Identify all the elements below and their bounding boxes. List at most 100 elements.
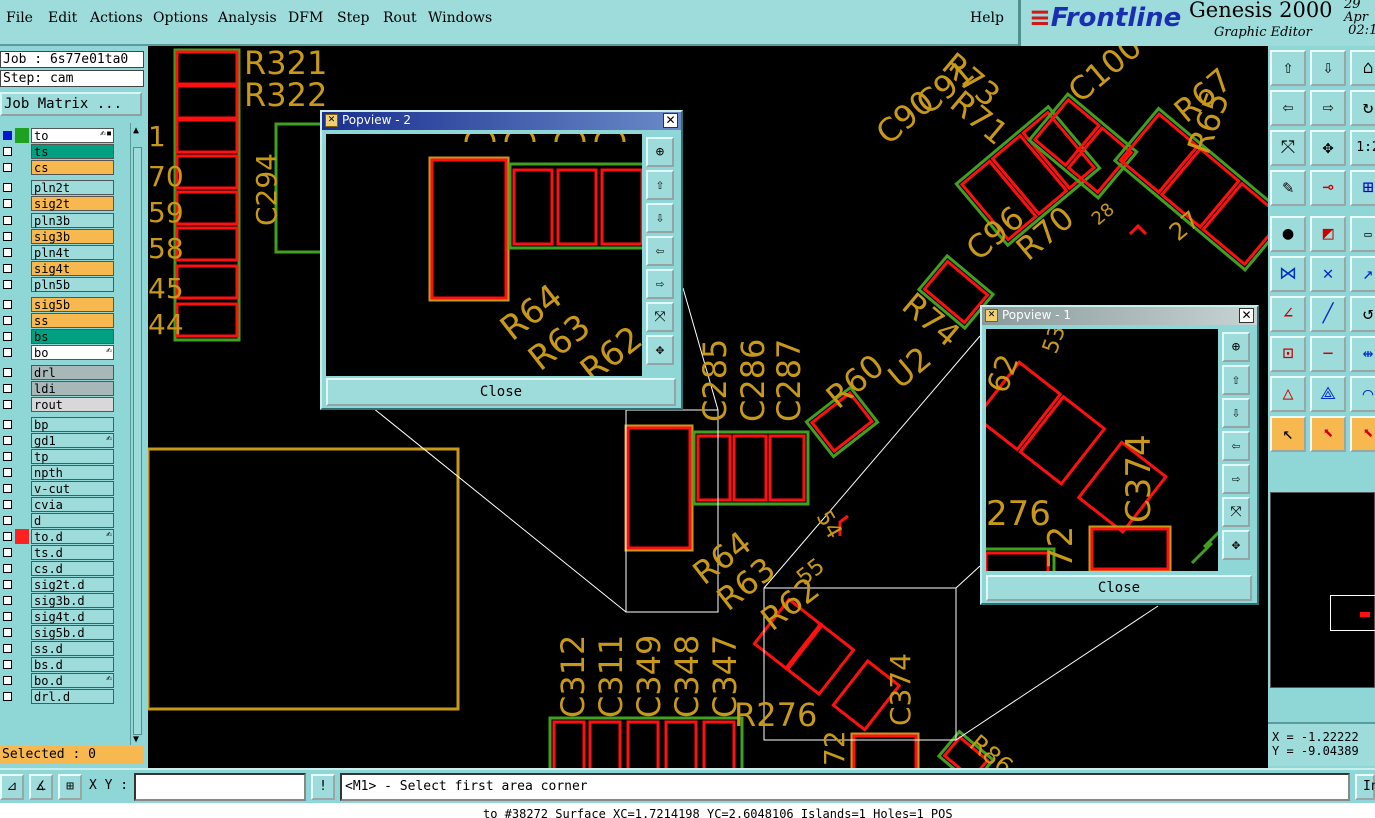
pad-icon[interactable]: ● <box>1270 216 1306 252</box>
layer-color-swatch[interactable] <box>15 609 29 624</box>
grid-mode-icon[interactable]: ⊞ <box>58 774 82 800</box>
layer-color-swatch[interactable] <box>15 160 29 175</box>
layer-checkbox[interactable] <box>3 468 12 478</box>
layer-checkbox[interactable] <box>3 279 12 289</box>
layer-row[interactable]: to ✍▪ <box>0 128 116 143</box>
layer-checkbox[interactable] <box>3 660 12 670</box>
layer-checkbox[interactable] <box>3 215 12 225</box>
layer-row[interactable]: tp <box>0 449 116 465</box>
layer-checkbox[interactable] <box>3 612 12 622</box>
layer-color-swatch[interactable] <box>15 481 29 496</box>
layer-name[interactable]: pln5b <box>31 276 114 292</box>
layer-row[interactable]: ss <box>0 313 116 329</box>
layer-name[interactable]: sig5b.d <box>31 625 114 641</box>
layer-name[interactable]: gd1 <box>31 433 114 449</box>
layer-row[interactable]: sig4t.d <box>0 609 116 625</box>
layer-color-swatch[interactable] <box>15 625 29 640</box>
layer-row[interactable]: sig2t <box>0 196 116 212</box>
layer-name[interactable]: npth <box>31 465 114 481</box>
angle-mode-icon[interactable]: ∡ <box>29 774 53 800</box>
polygon-icon[interactable]: ⟁ <box>1310 376 1346 412</box>
pan-up-icon[interactable]: ⇧ <box>1270 50 1306 86</box>
layer-name[interactable]: rout <box>31 397 114 413</box>
layer-name[interactable]: d <box>31 513 114 529</box>
layer-color-swatch[interactable] <box>15 345 29 360</box>
layer-checkbox[interactable] <box>3 692 12 702</box>
menu-dfm[interactable]: DFM <box>288 10 323 26</box>
snap-mode-icon[interactable]: ⊿ <box>0 774 24 800</box>
layer-row[interactable]: pln3b <box>0 212 116 228</box>
home-icon[interactable]: ⌂ <box>1350 50 1375 86</box>
draw-diagonal-icon[interactable]: ╱ <box>1310 296 1346 332</box>
layer-color-swatch[interactable] <box>15 180 29 195</box>
pan-up-icon[interactable]: ⇧ <box>646 170 674 200</box>
layer-checkbox[interactable] <box>3 516 12 526</box>
snap-pad-icon[interactable]: ⊸ <box>1310 170 1346 206</box>
layer-color-swatch[interactable] <box>15 577 29 592</box>
layer-name[interactable]: v-cut <box>31 481 114 497</box>
layer-color-swatch[interactable] <box>15 213 29 228</box>
layer-row[interactable]: sig4t <box>0 260 116 276</box>
add-pad-icon[interactable]: ⊡ <box>1270 336 1306 372</box>
layer-checkbox[interactable] <box>3 676 12 686</box>
pan-down-icon[interactable]: ⇩ <box>646 203 674 233</box>
layer-checkbox[interactable] <box>3 452 12 462</box>
zoom-in-icon[interactable]: ⤧ <box>1222 497 1250 527</box>
layer-checkbox[interactable] <box>3 384 12 394</box>
layer-name[interactable]: ldi <box>31 381 114 397</box>
layer-row[interactable]: cvia <box>0 497 116 513</box>
popview-2-close-button[interactable]: Close <box>326 378 676 406</box>
layer-color-swatch[interactable] <box>15 657 29 672</box>
layer-name[interactable]: bo <box>31 345 114 361</box>
popview-1-close-button[interactable]: Close <box>986 575 1252 601</box>
zoom-fit-icon[interactable]: ⊕ <box>646 137 674 167</box>
zoom-in-icon[interactable]: ⤧ <box>646 302 674 332</box>
layer-checkbox[interactable] <box>3 300 12 309</box>
window-menu-icon[interactable]: ✕ <box>985 309 998 322</box>
layer-checkbox[interactable] <box>3 183 12 193</box>
layer-row[interactable]: ldi <box>0 381 116 397</box>
layer-color-swatch[interactable] <box>15 513 29 528</box>
rotate-icon[interactable]: ↺ <box>1350 296 1375 332</box>
scroll-up-icon[interactable]: ▲ <box>133 125 139 136</box>
close-icon[interactable]: ✕ <box>663 113 678 128</box>
layer-checkbox[interactable] <box>3 231 12 241</box>
menu-windows[interactable]: Windows <box>428 10 492 26</box>
layer-checkbox[interactable] <box>3 263 12 273</box>
layer-row[interactable]: sig3b.d <box>0 593 116 609</box>
layer-checkbox[interactable] <box>3 596 12 606</box>
layer-row[interactable]: sig5b <box>0 297 116 312</box>
layer-checkbox[interactable] <box>3 532 12 542</box>
layer-row[interactable]: drl.d <box>0 689 116 705</box>
layer-name[interactable]: pln3b <box>31 212 114 228</box>
scroll-thumb[interactable] <box>133 147 142 735</box>
popview-2-titlebar[interactable]: ✕ Popview - 2 ✕ <box>322 112 681 130</box>
layer-name[interactable]: bs.d <box>31 657 114 673</box>
layer-name[interactable]: sig4t.d <box>31 609 114 625</box>
layer-color-swatch[interactable] <box>15 561 29 576</box>
layer-color-swatch[interactable] <box>15 545 29 560</box>
layer-checkbox[interactable] <box>3 400 12 410</box>
layer-scrollbar[interactable]: ▲ ▼ <box>130 123 144 745</box>
layer-checkbox[interactable] <box>3 316 12 326</box>
layer-name[interactable]: ss <box>31 313 114 329</box>
layer-color-swatch[interactable] <box>15 313 29 328</box>
popview-1-titlebar[interactable]: ✕ Popview - 1 ✕ <box>982 307 1257 325</box>
layer-checkbox[interactable] <box>3 548 12 558</box>
layer-checkbox[interactable] <box>3 368 12 378</box>
layer-row[interactable]: sig5b.d <box>0 625 116 641</box>
layer-name[interactable]: pln4t <box>31 244 114 260</box>
layer-row[interactable]: bp <box>0 417 116 433</box>
menu-file[interactable]: File <box>6 10 33 26</box>
layer-checkbox[interactable] <box>3 644 12 654</box>
layer-color-swatch[interactable] <box>15 245 29 260</box>
layer-checkbox[interactable] <box>3 131 12 140</box>
layer-row[interactable]: rout <box>0 397 116 413</box>
layer-color-swatch[interactable] <box>15 497 29 512</box>
zoom-one-to-one-icon[interactable]: 1:2 <box>1350 130 1375 166</box>
layer-row[interactable]: ts.d <box>0 545 116 561</box>
measure-icon[interactable]: ✎ <box>1270 170 1306 206</box>
layer-name[interactable]: drl.d <box>31 689 114 705</box>
zoom-out-icon[interactable]: ✥ <box>1222 530 1250 560</box>
layer-name[interactable]: bp <box>31 417 114 433</box>
